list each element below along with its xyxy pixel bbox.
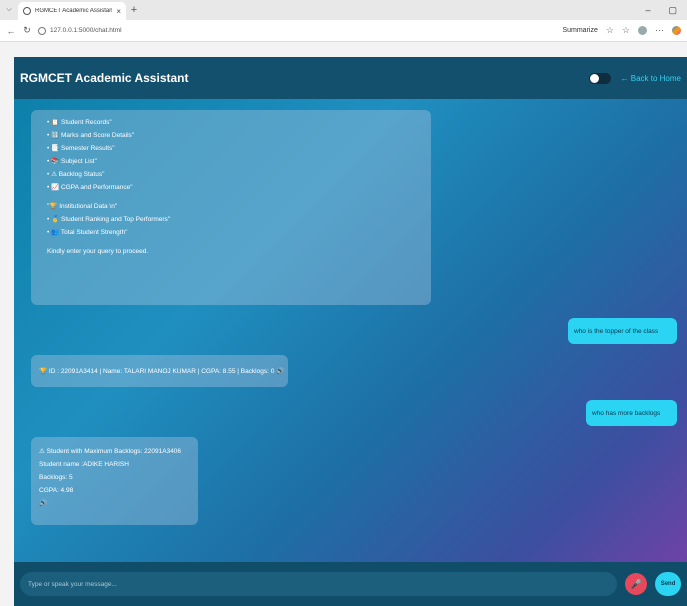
app-title: RGMCET Academic Assistant bbox=[20, 71, 189, 85]
bot-message-menu: • 📋 Student Records" • 🔢 Marks and Score… bbox=[31, 110, 431, 305]
backlog-line: ⚠ Student with Maximum Backlogs: 22091A3… bbox=[39, 448, 182, 455]
chat-app: RGMCET Academic Assistant ← Back to Home… bbox=[14, 57, 687, 606]
copilot-icon[interactable] bbox=[672, 26, 681, 35]
user-message: who is the topper of the class bbox=[568, 318, 677, 344]
url-field[interactable]: 127.0.0.1:5000/chat.html bbox=[38, 23, 468, 38]
app-header: RGMCET Academic Assistant ← Back to Home bbox=[14, 57, 687, 99]
close-tab-icon[interactable]: × bbox=[116, 7, 121, 16]
menu-line: • 📈 CGPA and Performance" bbox=[47, 184, 133, 191]
menu-line: • 🥇 Student Ranking and Top Performers" bbox=[47, 216, 171, 223]
menu-line: • 📚 Subject List" bbox=[47, 158, 97, 165]
message-input[interactable] bbox=[20, 572, 618, 596]
menu-line: • 🔢 Marks and Score Details" bbox=[47, 132, 135, 139]
menu-prompt: Kindly enter your query to proceed. bbox=[47, 248, 149, 255]
tab-title: RGMCET Academic Assistant bbox=[35, 8, 113, 14]
backlog-line: CGPA: 4.98 bbox=[39, 487, 74, 494]
favorites-icon[interactable]: ☆ bbox=[622, 25, 630, 36]
speaker-icon[interactable]: 🔊 bbox=[39, 497, 190, 510]
window-controls: – ▢ bbox=[645, 5, 687, 16]
favorite-star-icon[interactable]: ☆ bbox=[606, 25, 614, 36]
menu-line: • 👥 Total Student Strength" bbox=[47, 229, 128, 236]
menu-line: • 📑 Semester Results" bbox=[47, 145, 115, 152]
bot-message-topper: 🏆 ID : 22091A3414 | Name: TALARI MANOJ K… bbox=[31, 355, 288, 387]
reload-icon[interactable]: ↻ bbox=[22, 25, 32, 36]
address-bar: ← ↻ 127.0.0.1:5000/chat.html Summarize ☆… bbox=[0, 20, 687, 42]
backlog-line: Student name :ADIKE HARISH bbox=[39, 461, 129, 468]
menu-line: • 📋 Student Records" bbox=[47, 119, 112, 126]
header-actions: ← Back to Home bbox=[588, 72, 681, 84]
summarize-button[interactable]: Summarize bbox=[562, 27, 597, 34]
back-to-home-link[interactable]: ← Back to Home bbox=[621, 74, 681, 83]
bot-message-backlogs: ⚠ Student with Maximum Backlogs: 22091A3… bbox=[31, 437, 198, 525]
microphone-icon[interactable]: 🎤 bbox=[625, 573, 648, 595]
maximize-button[interactable]: ▢ bbox=[668, 5, 677, 16]
user-message: who has more backlogs bbox=[586, 400, 677, 426]
theme-toggle[interactable] bbox=[588, 72, 611, 84]
globe-icon bbox=[23, 7, 31, 15]
toolbar-right: Summarize ☆ ☆ ⋯ bbox=[562, 25, 681, 36]
send-button[interactable]: Send bbox=[655, 572, 681, 596]
backlog-line: Backlogs: 5 bbox=[39, 474, 73, 481]
minimize-button[interactable]: – bbox=[645, 5, 650, 16]
browser-tab[interactable]: RGMCET Academic Assistant × bbox=[18, 2, 126, 20]
url-text: 127.0.0.1:5000/chat.html bbox=[50, 27, 122, 34]
tab-actions-icon[interactable]: ⌵ bbox=[0, 0, 18, 20]
menu-line: "🏆 Institutional Data \n" bbox=[47, 203, 118, 210]
back-arrow-icon[interactable]: ← bbox=[6, 26, 16, 36]
chat-messages[interactable]: • 📋 Student Records" • 🔢 Marks and Score… bbox=[14, 99, 687, 547]
browser-tab-bar: ⌵ RGMCET Academic Assistant × + – ▢ bbox=[0, 0, 687, 20]
more-menu-icon[interactable]: ⋯ bbox=[655, 25, 664, 36]
profile-avatar[interactable] bbox=[638, 26, 647, 35]
toggle-knob bbox=[589, 73, 599, 83]
menu-line: • ⚠ Backlog Status" bbox=[47, 171, 105, 178]
new-tab-button[interactable]: + bbox=[126, 4, 142, 16]
info-icon[interactable] bbox=[38, 26, 46, 35]
input-bar: 🎤 Send bbox=[14, 562, 687, 606]
